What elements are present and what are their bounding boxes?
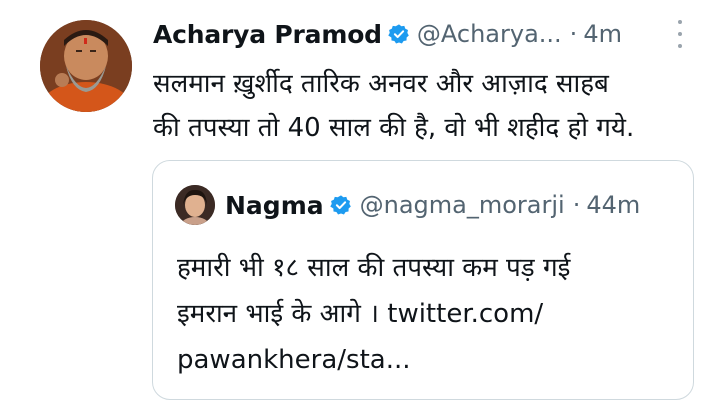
header-separator: · <box>569 20 578 48</box>
quoted-tweet-header: Nagma @nagma_morarji · 44m <box>225 185 640 225</box>
tweet-header: Acharya Pramod @Acharya... · 4m <box>153 14 622 54</box>
quoted-tweet-text: हमारी भी १८ साल की तपस्या कम पड़ गई इमरा… <box>177 245 677 383</box>
quoted-author-name[interactable]: Nagma <box>225 191 324 220</box>
quoted-tweet-timestamp[interactable]: 44m <box>586 191 640 219</box>
verified-badge-icon <box>388 23 410 45</box>
quoted-author-avatar[interactable] <box>175 185 215 225</box>
more-dot <box>678 20 682 24</box>
verified-badge-icon <box>329 194 352 216</box>
more-dot <box>678 32 682 36</box>
quoted-text-line: हमारी भी १८ साल की तपस्या कम पड़ गई <box>177 253 571 283</box>
tweet-text-line: सलमान ख़ुर्शीद तारिक अनवर और आज़ाद साहब <box>153 69 609 99</box>
quoted-header-separator: · <box>572 191 581 219</box>
quoted-text-line: इमरान भाई के आगे । twitter.com/ <box>177 299 544 329</box>
quoted-author-handle[interactable]: @nagma_morarji <box>360 191 565 219</box>
tweet-text-line: की तपस्या तो 40 साल की है, वो भी शहीद हो… <box>153 113 635 143</box>
author-avatar-image <box>40 20 132 112</box>
more-options-icon[interactable] <box>676 20 684 48</box>
author-avatar[interactable] <box>40 20 132 112</box>
more-dot <box>678 44 682 48</box>
quoted-avatar-image <box>175 185 215 225</box>
quoted-tweet-card[interactable]: Nagma @nagma_morarji · 44m हमारी भी १८ स… <box>152 160 694 400</box>
quoted-text-line: pawankhera/sta... <box>177 345 411 375</box>
tweet-text: सलमान ख़ुर्शीद तारिक अनवर और आज़ाद साहब … <box>153 62 713 150</box>
author-name[interactable]: Acharya Pramod <box>153 20 382 49</box>
tweet-timestamp[interactable]: 4m <box>583 20 622 48</box>
author-handle[interactable]: @Acharya... <box>417 20 562 48</box>
